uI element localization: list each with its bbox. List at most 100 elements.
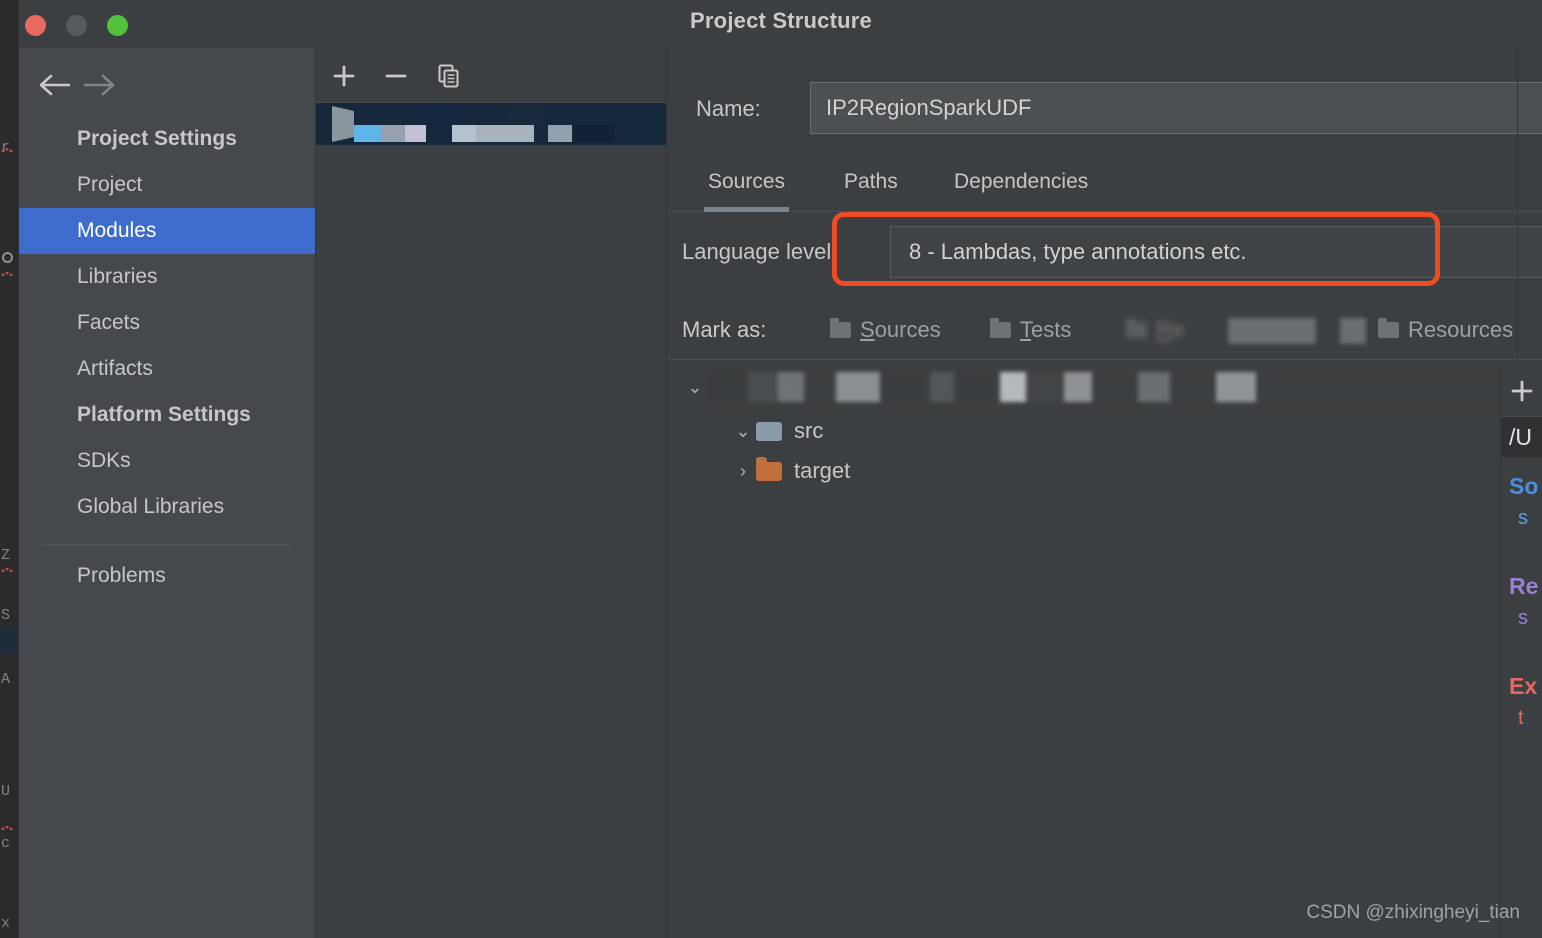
arrow-right-icon	[84, 74, 115, 96]
tab-paths[interactable]: Paths	[840, 160, 902, 212]
chevron-down-icon[interactable]: ⌄	[682, 377, 708, 398]
folder-icon	[830, 318, 851, 338]
folder-icon	[756, 421, 782, 441]
content-root-excluded-title: Ex	[1509, 673, 1538, 699]
module-name-input[interactable]: IP2RegionSparkUDF	[810, 82, 1542, 134]
language-level-label: Language level:	[682, 239, 838, 264]
sidebar-item-problems[interactable]: Problems	[19, 553, 315, 599]
mark-as-label: Mark as:	[682, 317, 767, 342]
folder-icon	[1126, 318, 1147, 338]
folder-icon	[756, 456, 782, 481]
navigation-arrows	[19, 62, 315, 108]
settings-nav-list: Project Settings Project Modules Librari…	[19, 116, 315, 599]
back-button[interactable]	[33, 62, 79, 108]
content-root-resources-sub: s	[1518, 607, 1528, 629]
editor-text-fragment: Z	[1, 547, 11, 564]
remove-module-button[interactable]	[378, 58, 414, 94]
module-list-toolbar	[316, 48, 666, 103]
dialog-body: Project Structure Project Settings Proje…	[18, 0, 1542, 938]
watermark: CSDN @zhixingheyi_tian	[1306, 902, 1520, 923]
module-name-row: Name: IP2RegionSparkUDF	[668, 82, 1542, 138]
content-root-resources-title: Re	[1509, 573, 1539, 599]
mark-as-resources-blurred-button[interactable]: Re	[1126, 314, 1184, 346]
content-root-details-panel: /U So s Re s Ex t	[1500, 365, 1542, 938]
content-root-path[interactable]: /U	[1501, 417, 1542, 457]
mark-as-label-rest: e	[1171, 317, 1185, 342]
tab-dependencies[interactable]: Dependencies	[950, 160, 1092, 212]
copy-module-button[interactable]	[430, 58, 466, 94]
sidebar-item-modules[interactable]: Modules	[19, 208, 315, 254]
sidebar-divider	[43, 544, 291, 545]
forward-button[interactable]	[75, 62, 121, 108]
mark-as-mnemonic: S	[860, 317, 875, 342]
sidebar-item-facets[interactable]: Facets	[19, 300, 315, 346]
add-content-root-button[interactable]	[1501, 365, 1542, 417]
tree-row-label: target	[794, 458, 851, 483]
chevron-down-icon[interactable]: ⌄	[730, 421, 756, 442]
redacted-block	[452, 125, 476, 142]
redacted-block	[548, 125, 572, 142]
tree-row-target[interactable]: › target	[730, 452, 850, 490]
tree-row-src[interactable]: ⌄ src	[730, 412, 823, 450]
editor-text-fragment: S	[1, 607, 11, 624]
titlebar: Project Structure	[19, 0, 1542, 48]
editor-text-fragment: x	[1, 915, 11, 932]
nav-group-platform-settings: Platform Settings	[77, 403, 251, 426]
mark-as-mnemonic: R	[1156, 317, 1172, 342]
mark-as-mnemonic: T	[1020, 317, 1031, 342]
redacted-block	[381, 125, 405, 142]
chevron-right-icon[interactable]: ›	[730, 461, 756, 482]
copy-icon	[438, 64, 459, 88]
add-module-button[interactable]	[326, 58, 362, 94]
module-detail-panel: Name: IP2RegionSparkUDF Sources Paths De…	[668, 48, 1542, 938]
content-root-tree: ⌄ ⌄ src › target	[668, 360, 1542, 938]
content-root-excluded-sub: t	[1518, 707, 1524, 729]
arrow-left-icon	[39, 74, 70, 96]
mark-as-label-rest: ources	[874, 317, 941, 342]
folder-icon	[1378, 318, 1399, 338]
redacted-block	[420, 106, 458, 125]
content-root-sources-title: So	[1509, 473, 1539, 499]
redacted-block	[1340, 318, 1366, 344]
minus-icon	[385, 74, 407, 78]
plus-icon	[333, 65, 355, 87]
sidebar-item-artifacts[interactable]: Artifacts	[19, 346, 315, 392]
redacted-block	[574, 125, 614, 142]
redacted-block	[1228, 318, 1316, 344]
language-level-row: Language level: 8 - Lambdas, type annota…	[668, 212, 1542, 286]
tree-row[interactable]: ⌄	[682, 368, 1522, 406]
mark-as-row: Mark as: Sources Tests Re Resources	[668, 306, 1542, 360]
editor-caret-marker	[2, 252, 13, 263]
nav-group-project-settings: Project Settings	[77, 127, 237, 150]
module-list-item-selected[interactable]	[316, 103, 666, 145]
module-name-label: Name:	[696, 96, 761, 121]
mark-as-resources-button[interactable]: Resources	[1378, 314, 1513, 346]
project-structure-window: r Z S A U c x Project Structure Project …	[0, 0, 1542, 938]
redacted-block	[707, 372, 1522, 402]
sidebar-item-sdks[interactable]: SDKs	[19, 438, 315, 484]
editor-text-fragment: A	[1, 671, 11, 688]
editor-text-fragment: c	[1, 835, 11, 852]
editor-text-fragment: U	[1, 783, 11, 800]
content-root-sources-sub: s	[1518, 507, 1528, 529]
plus-icon	[1511, 380, 1533, 401]
mark-as-tests-button[interactable]: Tests	[990, 314, 1071, 346]
tab-sources[interactable]: Sources	[704, 160, 790, 212]
settings-sidebar: Project Settings Project Modules Librari…	[19, 48, 315, 938]
sidebar-item-project[interactable]: Project	[19, 162, 315, 208]
tree-row-label: src	[794, 418, 824, 443]
sidebar-item-global-libraries[interactable]: Global Libraries	[19, 484, 315, 530]
mark-as-sources-button[interactable]: Sources	[830, 314, 941, 346]
module-list-column	[315, 48, 667, 938]
detail-tabs: Sources Paths Dependencies	[668, 160, 1542, 212]
sidebar-item-libraries[interactable]: Libraries	[19, 254, 315, 300]
window-title: Project Structure	[690, 8, 872, 33]
language-level-dropdown[interactable]: 8 - Lambdas, type annotations etc.	[890, 226, 1542, 278]
editor-text-fragment: r	[1, 139, 11, 156]
background-editor-sliver: r Z S A U c x	[0, 0, 18, 938]
redacted-block	[354, 125, 381, 142]
mark-as-label-rest: ests	[1031, 317, 1072, 342]
redacted-block	[508, 106, 542, 125]
redacted-block	[476, 125, 534, 142]
mark-as-label-rest: Resources	[1408, 317, 1514, 342]
